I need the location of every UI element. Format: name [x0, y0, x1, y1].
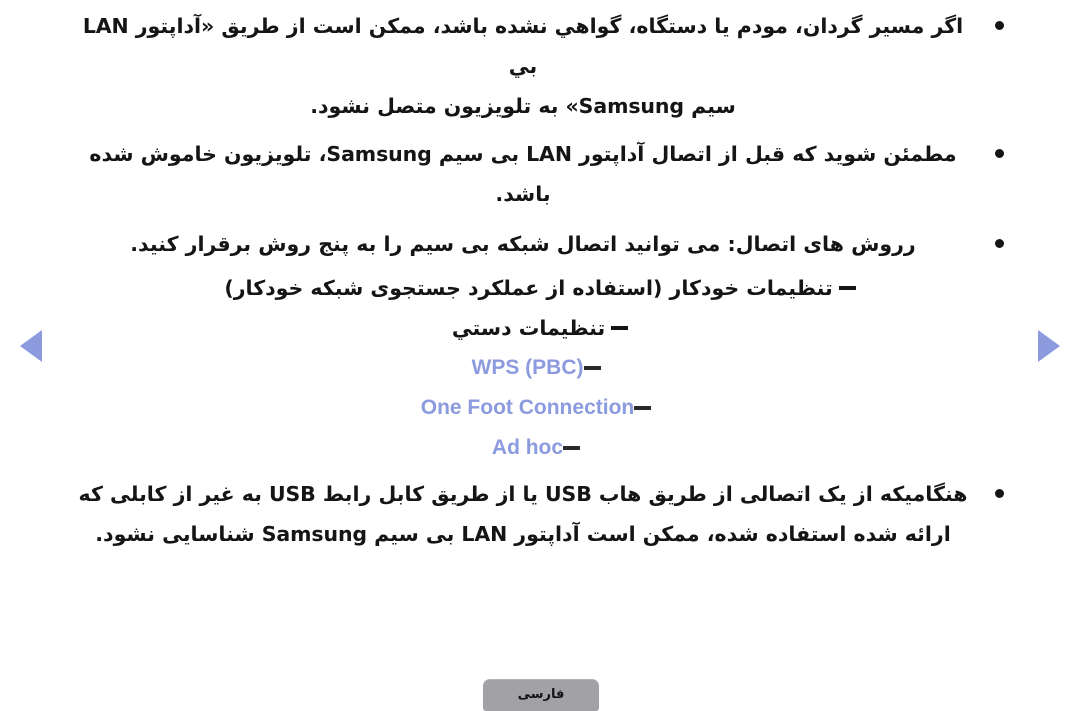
- connection-method-label: WPS (PBC): [471, 356, 584, 379]
- bullet-dot-icon: [995, 489, 1004, 498]
- bullet-dot-icon: [995, 149, 1004, 158]
- bullet-usb-hub-note: هنگامیکه از یک اتصالی از طریق هاب USB یا…: [68, 474, 1012, 554]
- connection-method-label: تنظیمات دستي: [451, 316, 606, 340]
- help-page: اگر مسیر گردان، مودم یا دستگاه، گواهي نش…: [0, 0, 1080, 711]
- previous-page-arrow-icon[interactable]: [20, 330, 42, 362]
- dash-bullet-icon: [634, 406, 652, 410]
- bullet-line: ارائه شده استفاده شده، ممکن است آداپتور …: [95, 522, 951, 546]
- dash-bullet-icon: [611, 326, 629, 330]
- connection-methods-list: تنظیمات خودکار (استفاده از عملکرد جستجوی…: [68, 268, 1012, 468]
- bullet-line: هنگامیکه از یک اتصالی از طریق هاب USB یا…: [78, 482, 968, 506]
- connection-method-one-foot-connection[interactable]: One Foot Connection: [68, 388, 1012, 428]
- dash-bullet-icon: [838, 286, 856, 290]
- connection-method-manual-setup: تنظیمات دستي: [68, 308, 1012, 348]
- bullet-dot-icon: [995, 21, 1004, 30]
- bullet-line: اگر مسیر گردان، مودم یا دستگاه، گواهي نش…: [82, 14, 964, 78]
- bullet-connection-methods-note: رروش های اتصال: می توانید اتصال شبکه بی …: [68, 224, 1012, 264]
- help-content: اگر مسیر گردان، مودم یا دستگاه، گواهي نش…: [68, 6, 1012, 558]
- connection-method-wps-pbc[interactable]: WPS (PBC): [68, 348, 1012, 388]
- connection-method-label: One Foot Connection: [420, 396, 635, 419]
- bullet-line: رروش های اتصال: می توانید اتصال شبکه بی …: [130, 232, 916, 256]
- language-button[interactable]: فارسی: [483, 679, 599, 711]
- dash-bullet-icon: [563, 446, 581, 450]
- bullet-line: باشد.: [495, 182, 551, 206]
- bullet-router-certification-note: اگر مسیر گردان، مودم یا دستگاه، گواهي نش…: [68, 6, 1012, 126]
- bullet-line: مطمئن شوید که قبل از اتصال آداپتور LAN ب…: [89, 142, 957, 166]
- connection-method-label: تنظیمات خودکار (استفاده از عملکرد جستجوی…: [224, 276, 833, 300]
- connection-method-auto-setup: تنظیمات خودکار (استفاده از عملکرد جستجوی…: [68, 268, 1012, 308]
- connection-method-label: Ad hoc: [491, 436, 564, 459]
- next-page-arrow-icon[interactable]: [1038, 330, 1060, 362]
- connection-method-ad-hoc[interactable]: Ad hoc: [68, 428, 1012, 468]
- bullet-dot-icon: [995, 239, 1004, 248]
- bullet-power-off-before-connect-note: مطمئن شوید که قبل از اتصال آداپتور LAN ب…: [68, 134, 1012, 214]
- dash-bullet-icon: [583, 366, 601, 370]
- bullet-line: سیم Samsung» به تلویزیون متصل نشود.: [310, 94, 736, 118]
